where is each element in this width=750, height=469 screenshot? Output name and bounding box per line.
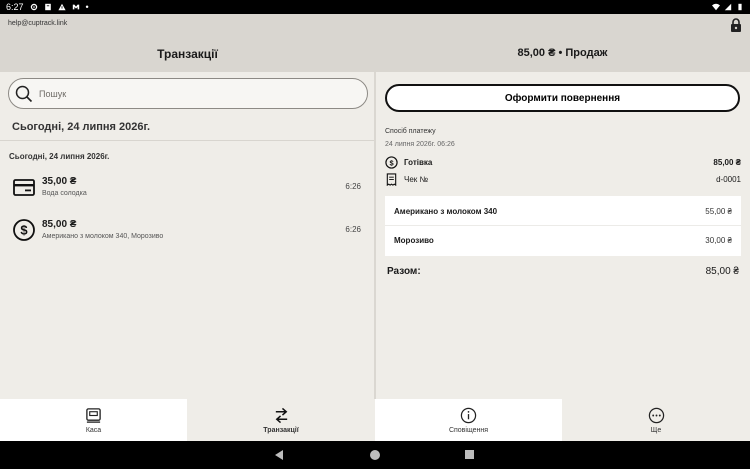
transaction-row[interactable]: $ 85,00 ₴ Американо з молоком 340, Мороз… bbox=[0, 212, 374, 252]
order-item-price: 55,00 ₴ bbox=[705, 206, 732, 216]
refund-button[interactable]: Оформити повернення bbox=[385, 84, 740, 112]
order-item-name: Американо з молоком 340 bbox=[394, 206, 498, 216]
transaction-description: Вода солодка bbox=[42, 190, 87, 197]
nav-label: Ще bbox=[650, 426, 662, 434]
payment-amount: 85,00 ₴ bbox=[713, 157, 741, 167]
nav-item-more[interactable]: Ще bbox=[562, 399, 750, 441]
register-icon bbox=[86, 407, 101, 423]
search-icon bbox=[15, 85, 33, 102]
total-row: Разом: 85,00 ₴ bbox=[387, 266, 739, 277]
nav-label: Транзакції bbox=[263, 426, 299, 434]
nav-item-notifications[interactable]: Сповіщення bbox=[375, 399, 562, 441]
transactions-list-pane: Сьогодні, 24 липня 2026г. Сьогодні, 24 л… bbox=[0, 72, 374, 399]
wifi-icon bbox=[712, 3, 720, 11]
nav-label: Каса bbox=[85, 426, 102, 434]
info-icon bbox=[460, 407, 477, 423]
lock-icon[interactable] bbox=[730, 18, 742, 32]
page-title: Транзакції bbox=[157, 47, 218, 61]
payment-datetime: 24 липня 2026г. 06:26 bbox=[385, 141, 455, 148]
recents-icon[interactable] bbox=[465, 450, 474, 459]
receipt-icon bbox=[386, 172, 397, 186]
swap-arrows-icon bbox=[275, 407, 287, 423]
transaction-time: 6:26 bbox=[345, 225, 361, 234]
svg-text:$: $ bbox=[389, 158, 394, 167]
status-bar: 6:27 • bbox=[0, 0, 750, 14]
nav-label: Сповіщення bbox=[448, 426, 489, 434]
app-bar: help@cuptrack.link Транзакції 85,00 ₴ • … bbox=[0, 14, 750, 72]
group-label: Сьогодні, 24 липня 2026г. bbox=[9, 152, 110, 161]
cash-icon: $ bbox=[385, 155, 398, 169]
order-item-price: 30,00 ₴ bbox=[705, 235, 732, 245]
transaction-summary-title: 85,00 ₴ • Продаж bbox=[517, 47, 608, 59]
mail-icon bbox=[72, 4, 79, 10]
notification-icon bbox=[44, 3, 51, 11]
date-header: Сьогодні, 24 липня 2026г. bbox=[12, 121, 151, 133]
receipt-row: Чек № d-0001 bbox=[385, 172, 741, 186]
bottom-nav: Каса Транзакції Сповіщення Ще bbox=[0, 399, 750, 441]
more-icon bbox=[648, 407, 664, 423]
transaction-row[interactable]: 35,00 ₴ Вода солодка 6:26 bbox=[0, 169, 374, 209]
receipt-number: d-0001 bbox=[716, 174, 741, 184]
dot-icon: • bbox=[85, 2, 89, 12]
account-email: help@cuptrack.link bbox=[8, 20, 68, 27]
svg-text:$: $ bbox=[20, 223, 28, 238]
divider bbox=[0, 140, 374, 141]
receipt-label: Чек № bbox=[404, 174, 429, 184]
order-items-list: Американо з молоком 340 55,00 ₴ Морозиво… bbox=[385, 196, 741, 256]
nav-item-transactions[interactable]: Транзакції bbox=[187, 399, 375, 441]
payment-method-label: Спосіб платежу bbox=[385, 128, 436, 135]
total-label: Разом: bbox=[387, 266, 421, 277]
settings-icon bbox=[30, 3, 37, 11]
payment-row: $ Готівка 85,00 ₴ bbox=[385, 155, 741, 169]
search-input[interactable] bbox=[39, 88, 339, 99]
alert-icon bbox=[57, 3, 66, 11]
search-bar[interactable] bbox=[8, 78, 368, 109]
home-icon[interactable] bbox=[370, 450, 380, 460]
card-icon bbox=[13, 179, 35, 196]
status-time: 6:27 bbox=[6, 2, 24, 12]
transaction-amount: 85,00 ₴ bbox=[42, 219, 77, 230]
total-value: 85,00 ₴ bbox=[705, 266, 739, 277]
nav-item-register[interactable]: Каса bbox=[0, 399, 187, 441]
cash-icon: $ bbox=[13, 219, 35, 241]
payment-method: Готівка bbox=[404, 157, 433, 167]
battery-icon bbox=[738, 3, 742, 11]
back-icon[interactable] bbox=[275, 450, 283, 460]
order-item: Морозиво 30,00 ₴ bbox=[385, 226, 741, 254]
system-nav-bar bbox=[0, 441, 750, 469]
order-item-name: Морозиво bbox=[394, 235, 434, 245]
transaction-time: 6:26 bbox=[345, 182, 361, 191]
order-item: Американо з молоком 340 55,00 ₴ bbox=[385, 197, 741, 225]
transaction-amount: 35,00 ₴ bbox=[42, 176, 77, 187]
transaction-detail-pane: Оформити повернення Спосіб платежу 24 ли… bbox=[376, 72, 750, 399]
transaction-description: Американо з молоком 340, Морозиво bbox=[42, 233, 164, 240]
signal-icon bbox=[724, 3, 732, 11]
